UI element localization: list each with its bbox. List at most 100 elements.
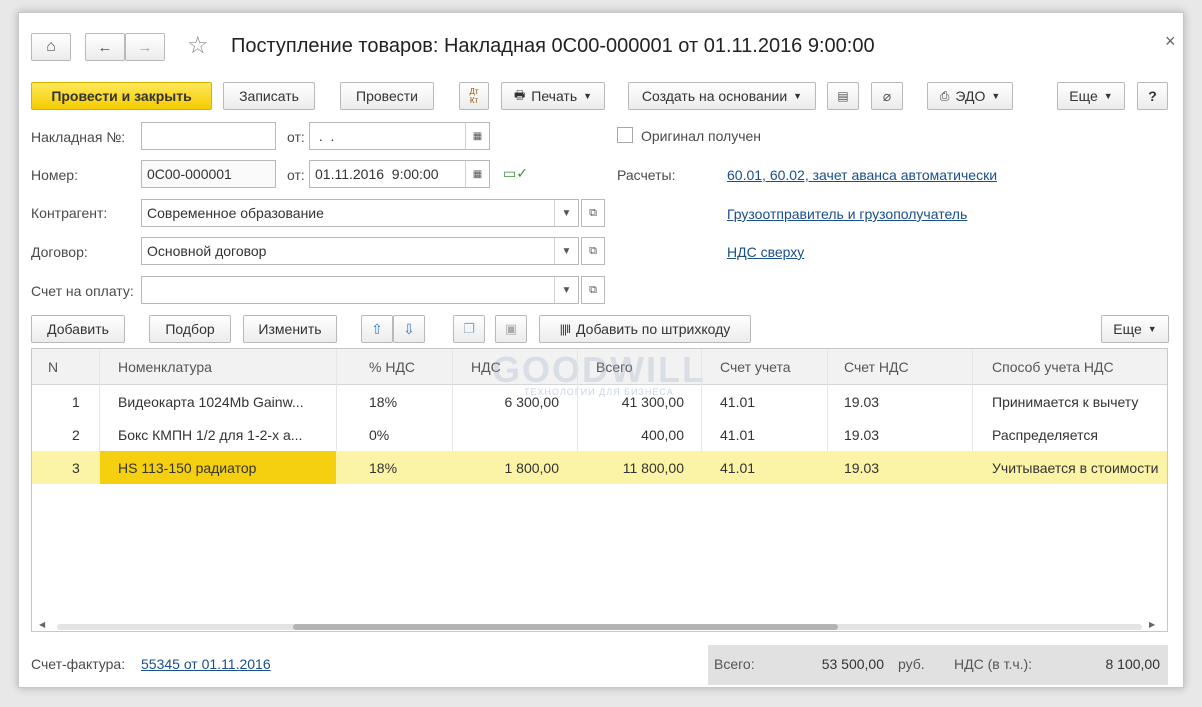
total-value: 53 500,00 <box>821 656 884 672</box>
contract-value: Основной договор <box>147 243 267 259</box>
document-icon: ▤ <box>837 89 849 103</box>
cell-n: 2 <box>72 427 80 443</box>
cell-nomenclature: Бокс КМПН 1/2 для 1-2-х а... <box>118 427 303 443</box>
calendar-icon[interactable]: ▦ <box>465 161 489 187</box>
dt-kt-icon: Дт Кт <box>469 87 479 105</box>
open-icon: ⧉ <box>589 283 597 296</box>
vat-on-top-link[interactable]: НДС сверху <box>727 244 804 260</box>
invoice-link[interactable]: 55345 от 01.11.2016 <box>141 656 271 672</box>
contractor-input[interactable]: Современное образование ▼ <box>141 199 579 227</box>
post-button[interactable]: Провести <box>340 82 434 110</box>
caret-down-icon: ▼ <box>1147 324 1157 334</box>
number-input[interactable]: 0С00-000001 <box>141 160 276 188</box>
copy-button[interactable]: ❐ <box>453 315 485 343</box>
original-received-label: Оригинал получен <box>641 128 762 144</box>
document-button[interactable]: ▤ <box>827 82 859 110</box>
arrow-up-icon: ⇧ <box>371 320 383 337</box>
original-received-checkbox[interactable] <box>617 127 633 143</box>
pick-button[interactable]: Подбор <box>149 315 231 343</box>
favorite-star-icon[interactable]: ☆ <box>187 31 209 60</box>
dropdown-icon[interactable]: ▼ <box>554 200 578 226</box>
move-down-button[interactable]: ⇩ <box>393 315 425 343</box>
cell-vat-method: Распределяется <box>992 427 1098 443</box>
cell-vat-rate: 0% <box>369 427 390 443</box>
column-header-nomenclature[interactable]: Номенклатура <box>118 359 212 375</box>
contract-input[interactable]: Основной договор ▼ <box>141 237 579 265</box>
cell-total: 11 800,00 <box>622 460 684 476</box>
invoice-date-input[interactable]: . . ▦ <box>309 122 490 150</box>
open-icon: ⧉ <box>589 206 597 219</box>
edo-button[interactable]: ⎙ ЭДО ▼ <box>927 82 1013 110</box>
paste-button[interactable]: ▣ <box>495 315 527 343</box>
open-contract-button[interactable]: ⧉ <box>581 237 605 265</box>
table-row[interactable]: 2 Бокс КМПН 1/2 для 1-2-х а... 0% 400,00… <box>32 418 1167 451</box>
caret-down-icon: ▼ <box>991 91 1001 101</box>
pay-account-input[interactable]: ▼ <box>141 276 579 304</box>
print-button[interactable]: 🖶 Печать ▼ <box>501 82 605 110</box>
pay-account-label: Счет на оплату: <box>31 283 134 299</box>
vat-total-value: 8 100,00 <box>1105 656 1161 672</box>
contractor-label: Контрагент: <box>31 205 108 221</box>
table-more-button[interactable]: Еще ▼ <box>1101 315 1169 343</box>
move-up-button[interactable]: ⇧ <box>361 315 393 343</box>
create-based-on-button[interactable]: Создать на основании ▼ <box>628 82 816 110</box>
add-by-barcode-button[interactable]: |||‖ Добавить по штрихкоду <box>539 315 751 343</box>
dropdown-icon[interactable]: ▼ <box>554 238 578 264</box>
total-label: Всего: <box>714 656 755 672</box>
cell-total: 41 300,00 <box>621 394 684 410</box>
table-row-selected[interactable]: 3 HS 113-150 радиатор 18% 1 800,00 11 80… <box>32 451 1167 484</box>
dt-kt-button[interactable]: Дт Кт <box>459 82 489 110</box>
help-button[interactable]: ? <box>1137 82 1168 110</box>
more-button[interactable]: Еще ▼ <box>1057 82 1125 110</box>
invoice-no-label: Накладная №: <box>31 129 126 145</box>
invoice-date-from-label: от: <box>287 129 305 145</box>
forward-button[interactable]: → <box>125 33 165 61</box>
paperclip-icon: ⌀ <box>882 87 892 104</box>
column-header-vat-method[interactable]: Способ учета НДС <box>992 359 1114 375</box>
number-date-input[interactable]: 01.11.2016 9:00:00 ▦ <box>309 160 490 188</box>
cell-vat-method: Принимается к вычету <box>992 394 1139 410</box>
open-pay-account-button[interactable]: ⧉ <box>581 276 605 304</box>
cell-account: 41.01 <box>720 460 756 476</box>
cell-account: 41.01 <box>720 427 756 443</box>
document-window: ⌂ ← → ☆ Поступление товаров: Накладная 0… <box>18 12 1184 688</box>
number-date-from-label: от: <box>287 167 305 183</box>
number-label: Номер: <box>31 167 78 183</box>
printer-icon: 🖶 <box>513 87 526 102</box>
column-header-n[interactable]: N <box>48 359 58 375</box>
cell-vat-rate: 18% <box>369 394 398 410</box>
save-button[interactable]: Записать <box>223 82 315 110</box>
horizontal-scrollbar[interactable]: ◀ ▶ <box>31 619 1168 633</box>
home-button[interactable]: ⌂ <box>31 33 71 61</box>
invoice-no-input[interactable] <box>141 122 276 150</box>
edit-button[interactable]: Изменить <box>243 315 337 343</box>
column-header-account[interactable]: Счет учета <box>720 359 791 375</box>
column-header-vat-account[interactable]: Счет НДС <box>844 359 909 375</box>
back-button[interactable]: ← <box>85 33 125 61</box>
post-and-close-button[interactable]: Провести и закрыть <box>31 82 212 110</box>
cell-vat: 1 800,00 <box>504 460 560 476</box>
scroll-right-icon[interactable]: ▶ <box>1149 620 1155 629</box>
table-more-label: Еще <box>1113 321 1142 337</box>
arrow-right-icon: → <box>137 38 153 56</box>
caret-down-icon: ▼ <box>793 91 803 101</box>
dropdown-icon[interactable]: ▼ <box>554 277 578 303</box>
table-row[interactable]: 1 Видеокарта 1024Mb Gainw... 18% 6 300,0… <box>32 385 1167 418</box>
column-header-vat-rate[interactable]: % НДС <box>369 359 415 375</box>
vat-total-label: НДС (в т.ч.): <box>954 656 1033 672</box>
open-contractor-button[interactable]: ⧉ <box>581 199 605 227</box>
scroll-thumb[interactable] <box>293 624 838 630</box>
add-by-barcode-label: Добавить по штрихкоду <box>576 321 731 337</box>
calendar-icon[interactable]: ▦ <box>465 123 489 149</box>
scroll-left-icon[interactable]: ◀ <box>39 620 45 629</box>
cell-account: 41.01 <box>720 394 756 410</box>
cell-nomenclature[interactable]: HS 113-150 радиатор <box>118 460 330 476</box>
add-button[interactable]: Добавить <box>31 315 125 343</box>
shipper-consignee-link[interactable]: Грузоотправитель и грузополучатель <box>727 206 967 222</box>
totals-panel: Всего: 53 500,00 руб. НДС (в т.ч.): 8 10… <box>708 645 1168 685</box>
close-icon[interactable]: × <box>1165 31 1176 52</box>
window-title: Поступление товаров: Накладная 0С00-0000… <box>231 35 875 57</box>
cell-vat: 6 300,00 <box>504 394 560 410</box>
settlements-link[interactable]: 60.01, 60.02, зачет аванса автоматически <box>727 167 997 183</box>
attachment-button[interactable]: ⌀ <box>871 82 903 110</box>
